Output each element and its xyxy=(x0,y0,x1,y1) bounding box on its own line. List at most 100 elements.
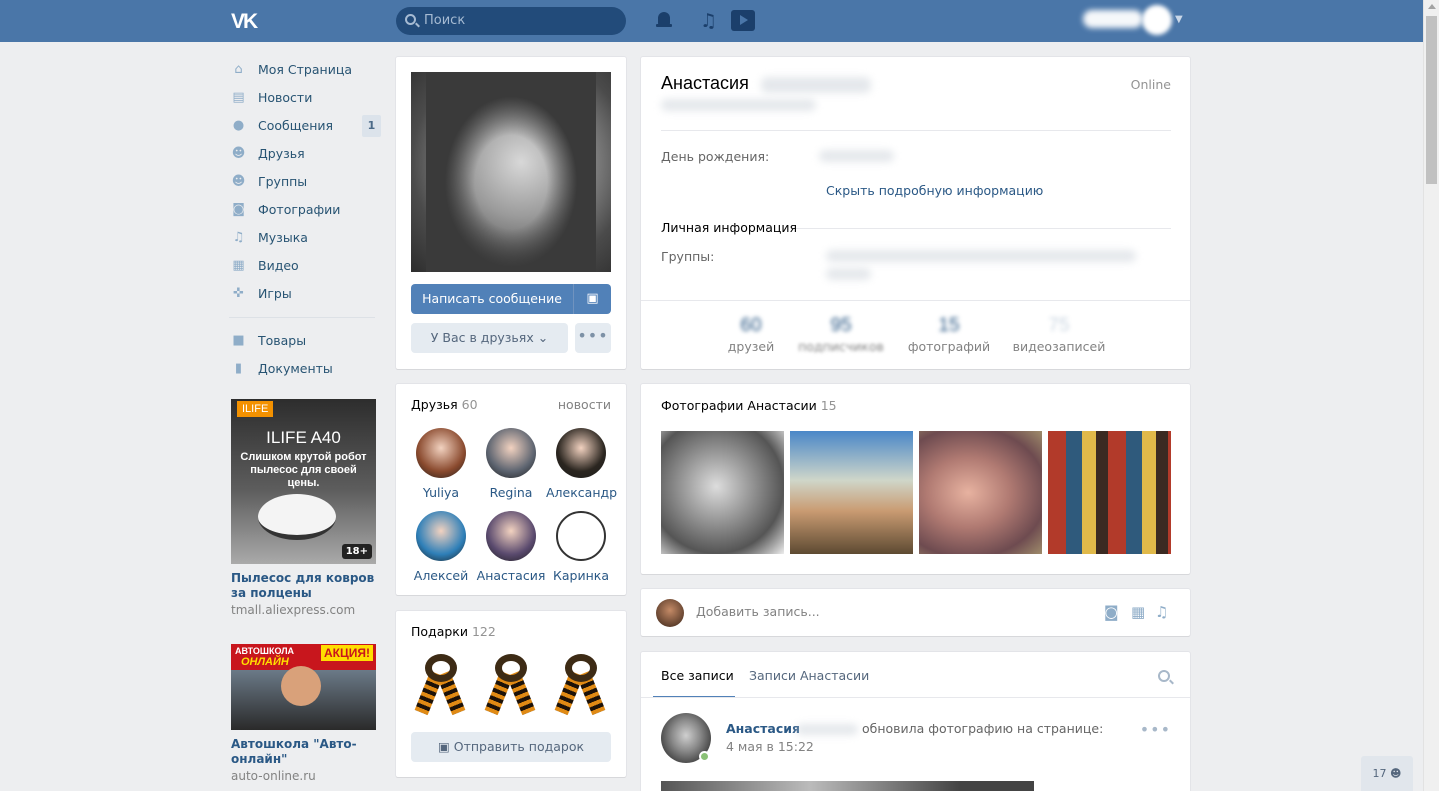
vk-logo[interactable]: VK xyxy=(231,10,265,33)
gifts-header[interactable]: Подарки 122 xyxy=(411,624,496,639)
friend-name[interactable]: Каринка xyxy=(546,568,616,583)
scroll-thumb[interactable] xyxy=(1426,16,1437,184)
post-author-name[interactable]: Анастасия xyxy=(726,721,800,736)
gift-icon[interactable]: ▣ xyxy=(573,284,611,314)
gifts-title: Подарки xyxy=(411,624,468,639)
groups-icon: ☻ xyxy=(231,174,246,189)
friend-item[interactable]: Александр xyxy=(546,428,617,500)
sidebar-ad[interactable]: АВТОШКОЛА ОНЛАЙН АКЦИЯ! Автошкола "Авто-… xyxy=(231,644,377,783)
friend-name[interactable]: Regina xyxy=(476,485,546,500)
toggle-details-link[interactable]: Скрыть подробную информацию xyxy=(826,183,1043,198)
sidebar-item-my-page[interactable]: ⌂ Моя Страница xyxy=(229,56,381,84)
search-icon[interactable] xyxy=(1158,670,1170,682)
friend-item[interactable]: Regina xyxy=(476,428,546,500)
st-george-ribbon-icon[interactable] xyxy=(414,654,466,716)
friend-avatar[interactable] xyxy=(556,428,606,478)
user-name-blurred[interactable] xyxy=(1083,10,1143,28)
counter-followers[interactable]: 95 подписчиков xyxy=(791,315,891,354)
sidebar-item-label: Новости xyxy=(258,90,313,105)
ad-image-subtitle: Слишком крутой робот пылесос для своей ц… xyxy=(240,451,367,489)
friend-status-label: У Вас в друзьях xyxy=(430,330,534,345)
video-icon[interactable]: ▦ xyxy=(1131,604,1145,620)
sidebar-item-groups[interactable]: ☻ Группы xyxy=(229,168,381,196)
sidebar-item-label: Музыка xyxy=(258,230,308,245)
post-more-button[interactable]: ••• xyxy=(1140,720,1171,739)
friend-avatar[interactable] xyxy=(416,511,466,561)
friend-status-button[interactable]: У Вас в друзьях ⌄ xyxy=(411,323,568,353)
chevron-down-icon[interactable]: ▼ xyxy=(1175,14,1183,25)
sidebar-item-label: Сообщения xyxy=(258,118,334,133)
friend-avatar[interactable] xyxy=(416,428,466,478)
sidebar-item-games[interactable]: ✜ Игры xyxy=(229,280,381,308)
profile-counters: 60 друзей 95 подписчиков 15 фотографий 75 ви… xyxy=(641,300,1190,369)
tab-all-posts[interactable]: Все записи xyxy=(661,668,734,683)
counter-videos[interactable]: 75 видеозаписей xyxy=(1011,315,1107,354)
video-play-icon[interactable] xyxy=(731,10,755,31)
sidebar-ad[interactable]: ILIFE ILIFE A40 Слишком крутой робот пыл… xyxy=(231,399,377,617)
chat-counter-button[interactable]: 17 ☻ xyxy=(1361,756,1413,791)
scroll-up-arrow-icon[interactable] xyxy=(1428,4,1436,9)
photo-thumbnail[interactable] xyxy=(661,431,784,554)
photo-thumbnail[interactable] xyxy=(790,431,913,554)
sidebar-item-news[interactable]: ▤ Новости xyxy=(229,84,381,112)
friend-name[interactable]: Yuliya xyxy=(406,485,476,500)
friend-avatar[interactable] xyxy=(556,511,606,561)
sidebar-item-documents[interactable]: ▮ Документы xyxy=(229,355,381,383)
more-actions-button[interactable]: ••• xyxy=(575,323,611,353)
blurred-groups xyxy=(826,268,871,280)
sidebar-item-music[interactable]: ♫ Музыка xyxy=(229,224,381,252)
friends-news-link[interactable]: новости xyxy=(558,397,611,412)
photos-header[interactable]: Фотографии Анастасии 15 xyxy=(661,398,837,413)
new-post-input[interactable]: Добавить запись... xyxy=(696,604,820,619)
profile-photo[interactable] xyxy=(411,72,611,272)
friend-avatar[interactable] xyxy=(486,428,536,478)
counter-photos[interactable]: 15 фотографий xyxy=(907,315,991,354)
send-message-button[interactable]: Написать сообщение xyxy=(411,284,573,314)
chevron-down-icon: ⌄ xyxy=(537,330,549,345)
counter-label: фотографий xyxy=(907,339,991,354)
friend-avatar[interactable] xyxy=(486,511,536,561)
chat-count: 17 xyxy=(1372,767,1387,780)
send-gift-button[interactable]: ▣ Отправить подарок xyxy=(411,732,611,762)
sidebar-item-goods[interactable]: ■ Товары xyxy=(229,327,381,355)
sidebar-item-photos[interactable]: ◙ Фотографии xyxy=(229,196,381,224)
photo-thumbnail[interactable] xyxy=(919,431,1042,554)
post-date[interactable]: 4 мая в 15:22 xyxy=(726,739,814,754)
camera-icon: ◙ xyxy=(232,202,245,217)
counter-friends[interactable]: 60 друзей xyxy=(727,315,775,354)
tab-owner-posts[interactable]: Записи Анастасии xyxy=(749,668,869,683)
ad-title[interactable]: Автошкола "Авто-онлайн" xyxy=(231,737,377,767)
ad-image[interactable]: АВТОШКОЛА ОНЛАЙН АКЦИЯ! xyxy=(231,644,376,730)
st-george-ribbon-icon[interactable] xyxy=(554,654,606,716)
friend-item[interactable]: Каринка xyxy=(546,511,616,583)
friend-item[interactable]: Анастасия xyxy=(476,511,546,583)
counter-label: подписчиков xyxy=(798,339,884,354)
search-input[interactable]: Поиск xyxy=(396,7,626,35)
friend-item[interactable]: Алексей xyxy=(406,511,476,583)
ad-title[interactable]: Пылесос для ковров за полцены xyxy=(231,571,377,601)
friend-item[interactable]: Yuliya xyxy=(406,428,476,500)
notifications-bell-icon[interactable] xyxy=(654,10,676,32)
sidebar-item-label: Друзья xyxy=(258,146,305,161)
sidebar-item-video[interactable]: ▦ Видео xyxy=(229,252,381,280)
friends-header[interactable]: Друзья 60 xyxy=(411,397,478,412)
user-avatar[interactable] xyxy=(1142,5,1172,35)
friend-name[interactable]: Алексей xyxy=(406,568,476,583)
sidebar-item-friends[interactable]: ☻ Друзья xyxy=(229,140,381,168)
friend-name[interactable]: Анастасия xyxy=(476,568,546,583)
personal-info-title: Личная информация xyxy=(661,220,798,235)
music-icon[interactable]: ♫ xyxy=(1155,604,1168,620)
friend-name[interactable]: Александр xyxy=(546,485,617,500)
friends-count: 60 xyxy=(461,397,478,412)
online-indicator xyxy=(699,751,710,762)
ad-image[interactable]: ILIFE ILIFE A40 Слишком крутой робот пыл… xyxy=(231,399,376,564)
post-image[interactable] xyxy=(661,781,1034,791)
counter-label: друзей xyxy=(727,339,775,354)
sidebar-item-messages[interactable]: ● Сообщения 1 xyxy=(229,112,381,140)
photo-thumbnail[interactable] xyxy=(1048,431,1171,554)
camera-icon[interactable]: ◙ xyxy=(1104,604,1119,620)
new-post-box[interactable]: Добавить запись... ◙ ▦ ♫ xyxy=(641,589,1190,636)
st-george-ribbon-icon[interactable] xyxy=(484,654,536,716)
music-icon[interactable]: ♫ xyxy=(700,10,722,32)
page-scrollbar[interactable] xyxy=(1423,0,1439,791)
